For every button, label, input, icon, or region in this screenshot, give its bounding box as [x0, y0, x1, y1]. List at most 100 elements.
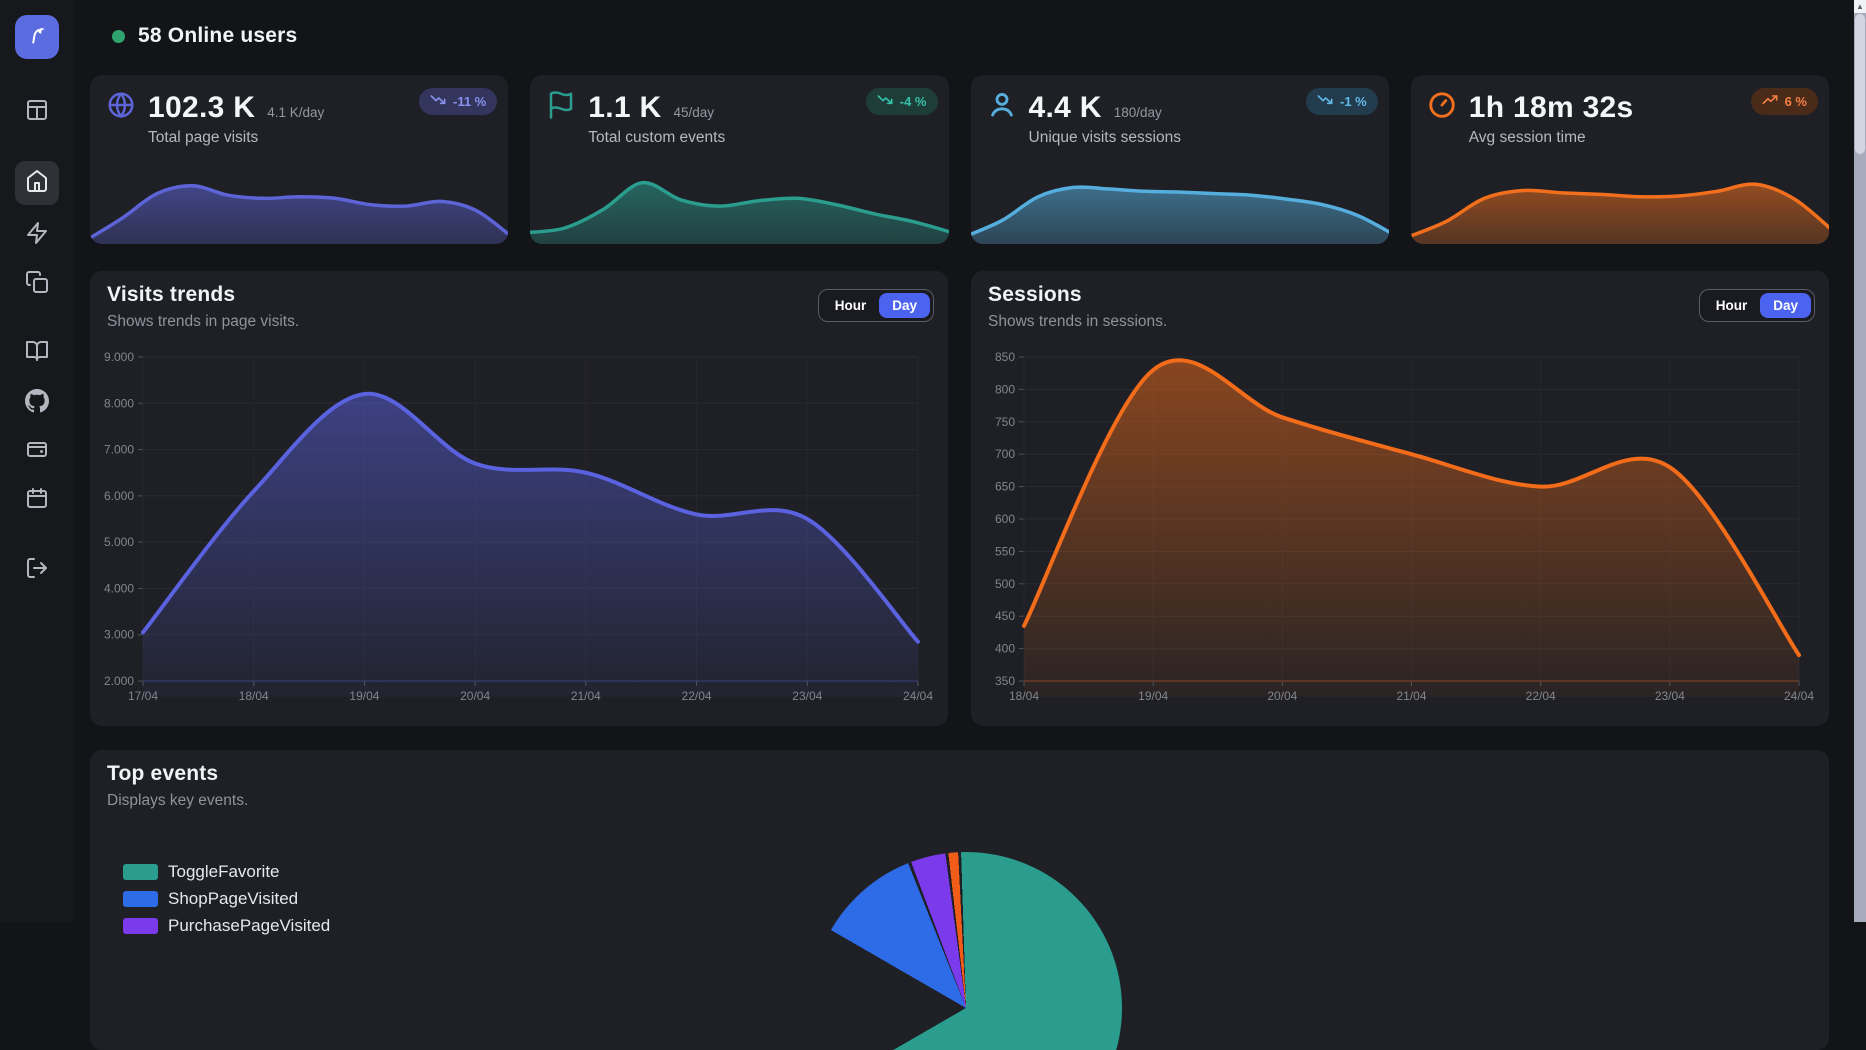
svg-text:19/04: 19/04 — [1138, 689, 1168, 703]
toggle-hour-button[interactable]: Hour — [1703, 293, 1761, 318]
toggle-day-button[interactable]: Day — [879, 293, 930, 318]
visits-trends-chart: 9.0008.0007.0006.0005.0004.0003.0002.000… — [100, 339, 938, 725]
sparkline-chart — [90, 156, 508, 244]
sparkline-chart — [971, 156, 1389, 244]
legend-swatch — [123, 891, 158, 907]
legend-item-shoppagevisited[interactable]: ShopPageVisited — [123, 889, 330, 909]
svg-text:24/04: 24/04 — [903, 689, 933, 703]
top-events-pie-chart — [810, 852, 1122, 1050]
vertical-scrollbar[interactable]: ▲ — [1854, 0, 1866, 922]
sessions-panel: Sessions Shows trends in sessions. Hour … — [971, 271, 1829, 726]
sidebar-item-calendar[interactable] — [25, 486, 49, 510]
svg-text:19/04: 19/04 — [349, 689, 379, 703]
analytics-logo-icon — [24, 22, 50, 53]
layout-icon — [25, 98, 49, 122]
svg-text:550: 550 — [995, 544, 1015, 558]
svg-text:400: 400 — [995, 642, 1015, 656]
trend-badge: -1 % — [1306, 88, 1378, 115]
online-users-label: 58 Online users — [138, 24, 297, 48]
stat-cards-row: 102.3 K 4.1 K/day Total page visits -11 … — [90, 75, 1829, 244]
stat-value: 1h 18m 32s — [1469, 91, 1634, 125]
sidebar-item-pages[interactable] — [25, 270, 49, 294]
sessions-hour-day-toggle: Hour Day — [1699, 289, 1815, 322]
sidebar-item-docs[interactable] — [25, 339, 49, 363]
app-logo[interactable] — [15, 15, 59, 59]
stat-label: Avg session time — [1411, 129, 1829, 147]
svg-text:22/04: 22/04 — [682, 689, 712, 703]
sidebar-item-logout[interactable] — [25, 556, 49, 580]
legend-item-purchasepagevisited[interactable]: PurchasePageVisited — [123, 916, 330, 936]
scrollbar-up-arrow[interactable]: ▲ — [1854, 0, 1866, 13]
sidebar — [0, 0, 74, 922]
stat-card-total-page-visits: 102.3 K 4.1 K/day Total page visits -11 … — [90, 75, 508, 244]
stat-card-total-custom-events: 1.1 K 45/day Total custom events -4 % — [530, 75, 948, 244]
svg-text:600: 600 — [995, 512, 1015, 526]
legend-swatch — [123, 918, 158, 934]
stat-label: Total page visits — [90, 129, 508, 147]
sessions-chart: 85080075070065060055050045040035018/0419… — [981, 339, 1819, 725]
toggle-day-button[interactable]: Day — [1760, 293, 1811, 318]
svg-text:350: 350 — [995, 674, 1015, 688]
sidebar-item-layout[interactable] — [25, 98, 49, 122]
globe-icon — [106, 90, 136, 125]
svg-text:17/04: 17/04 — [128, 689, 158, 703]
svg-text:24/04: 24/04 — [1784, 689, 1814, 703]
sparkline-chart — [530, 156, 948, 244]
svg-text:4.000: 4.000 — [104, 581, 134, 595]
svg-text:21/04: 21/04 — [571, 689, 601, 703]
trend-badge: 6 % — [1751, 88, 1818, 115]
zap-icon — [25, 221, 49, 245]
svg-text:650: 650 — [995, 480, 1015, 494]
svg-text:20/04: 20/04 — [460, 689, 490, 703]
timer-icon — [1427, 90, 1457, 125]
svg-text:850: 850 — [995, 350, 1015, 364]
trending-down-icon — [430, 92, 446, 111]
stat-label: Unique visits sessions — [971, 129, 1389, 147]
svg-text:5.000: 5.000 — [104, 535, 134, 549]
svg-text:7.000: 7.000 — [104, 443, 134, 457]
legend-swatch — [123, 864, 158, 880]
sidebar-item-billing[interactable] — [25, 437, 49, 461]
flag-icon — [546, 90, 576, 125]
svg-text:8.000: 8.000 — [104, 396, 134, 410]
visits-hour-day-toggle: Hour Day — [818, 289, 934, 322]
svg-text:20/04: 20/04 — [1267, 689, 1297, 703]
svg-text:450: 450 — [995, 609, 1015, 623]
svg-text:750: 750 — [995, 415, 1015, 429]
svg-text:800: 800 — [995, 382, 1015, 396]
svg-text:18/04: 18/04 — [239, 689, 269, 703]
sidebar-item-github[interactable] — [25, 389, 49, 413]
svg-text:9.000: 9.000 — [104, 350, 134, 364]
sidebar-item-home[interactable] — [15, 161, 59, 205]
svg-text:3.000: 3.000 — [104, 628, 134, 642]
trend-badge: -4 % — [866, 88, 938, 115]
stat-value: 1.1 K — [588, 91, 661, 125]
stat-label: Total custom events — [530, 129, 948, 147]
svg-text:23/04: 23/04 — [1655, 689, 1685, 703]
stat-card-avg-session-time: 1h 18m 32s Avg session time 6 % — [1411, 75, 1829, 244]
svg-text:21/04: 21/04 — [1396, 689, 1426, 703]
sparkline-chart — [1411, 156, 1829, 244]
top-events-legend: ToggleFavorite ShopPageVisited PurchaseP… — [123, 862, 330, 936]
online-users-header: 58 Online users — [112, 24, 297, 48]
copy-icon — [25, 270, 49, 294]
panel-title: Sessions — [988, 283, 1082, 307]
stat-value: 102.3 K — [148, 91, 255, 125]
trending-down-icon — [1317, 92, 1333, 111]
legend-item-togglefavorite[interactable]: ToggleFavorite — [123, 862, 330, 882]
panel-subtitle: Shows trends in page visits. — [107, 313, 299, 331]
panel-subtitle: Displays key events. — [107, 792, 248, 810]
panel-title: Visits trends — [107, 283, 235, 307]
visits-trends-panel: Visits trends Shows trends in page visit… — [90, 271, 948, 726]
scrollbar-thumb[interactable] — [1855, 14, 1865, 154]
toggle-hour-button[interactable]: Hour — [822, 293, 880, 318]
svg-text:6.000: 6.000 — [104, 489, 134, 503]
sidebar-item-events[interactable] — [25, 221, 49, 245]
stat-rate: 180/day — [1114, 105, 1162, 120]
svg-text:22/04: 22/04 — [1526, 689, 1556, 703]
wallet-icon — [25, 437, 49, 461]
trending-down-icon — [877, 92, 893, 111]
github-icon — [25, 389, 49, 413]
stat-value: 4.4 K — [1029, 91, 1102, 125]
panel-title: Top events — [107, 762, 218, 786]
